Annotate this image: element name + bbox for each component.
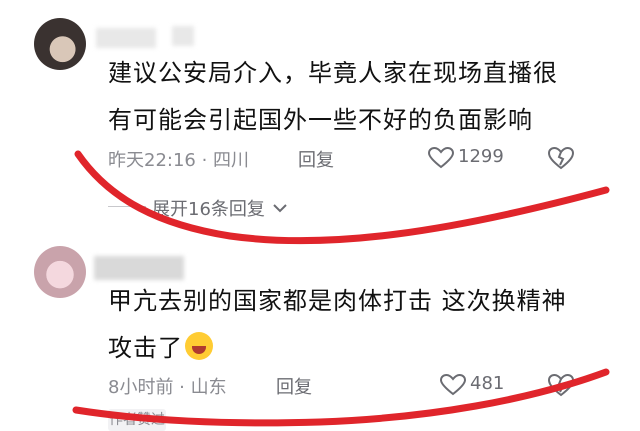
annotation-stroke-1	[74, 150, 610, 245]
red-annotation-strokes	[72, 150, 610, 427]
annotation-stroke-2	[72, 368, 610, 427]
